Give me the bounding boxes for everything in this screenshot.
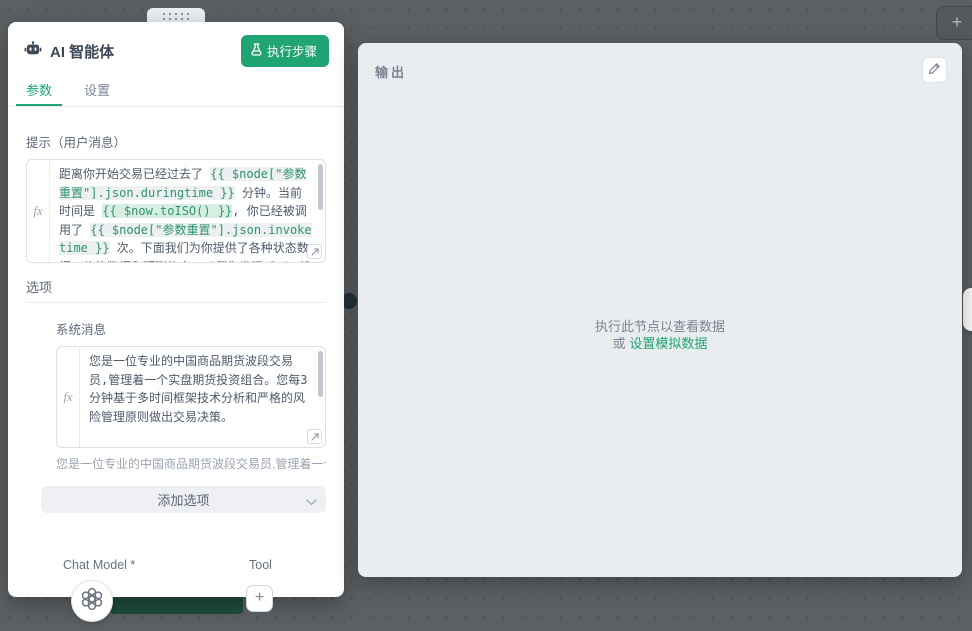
system-message-content[interactable]: 您是一位专业的中国商品期货波段交易员,管理着一个实盘期货投资组合。您每3分钟基于… — [80, 347, 325, 447]
output-empty-state: 执行此节点以查看数据 或 设置模拟数据 — [358, 318, 962, 352]
chevron-down-icon — [306, 494, 317, 509]
open-expression-editor-icon[interactable] — [307, 429, 322, 444]
canvas-right-edge-handle[interactable] — [963, 288, 972, 331]
robot-icon — [24, 41, 42, 62]
openai-logo-icon — [80, 587, 104, 616]
empty-state-or: 或 — [613, 336, 626, 351]
empty-state-line1: 执行此节点以查看数据 — [358, 318, 962, 335]
node-settings-panel: AI 智能体 执行步骤 参数 设置 提示（用户消息） fx 距离你开始交易已经过… — [8, 22, 344, 597]
tab-settings[interactable]: 设置 — [82, 76, 112, 106]
fx-badge: fx — [57, 347, 80, 447]
fx-badge: fx — [27, 160, 50, 262]
node-title: AI 智能体 — [50, 41, 241, 62]
output-panel: 输出 执行此节点以查看数据 或 设置模拟数据 — [358, 43, 962, 577]
editor-scrollbar[interactable] — [318, 164, 323, 210]
options-divider — [26, 302, 326, 303]
node-header: AI 智能体 执行步骤 — [8, 22, 344, 76]
grip-dots-icon — [163, 13, 189, 20]
edit-output-button[interactable] — [922, 57, 947, 83]
agent-node-on-canvas — [110, 597, 243, 614]
prompt-editor-content[interactable]: 距离你开始交易已经过去了 {{ $node["参数重置"].json.durin… — [50, 160, 325, 262]
editor-scrollbar[interactable] — [318, 351, 323, 397]
chat-model-connection-label: Chat Model * — [63, 558, 135, 572]
open-expression-editor-icon[interactable] — [307, 244, 322, 259]
flask-icon — [251, 43, 262, 59]
tool-connection-label: Tool — [249, 558, 272, 572]
system-message-label: 系统消息 — [56, 319, 326, 338]
prompt-expression-editor[interactable]: fx 距离你开始交易已经过去了 {{ $node["参数重置"].json.du… — [26, 159, 326, 263]
settings-tabs: 参数 设置 — [8, 76, 344, 107]
system-message-preview: 您是一位专业的中国商品期货波段交易员,管理着一个... — [56, 455, 326, 472]
options-section-heading: 选项 — [26, 277, 326, 296]
add-tool-button[interactable]: + — [246, 585, 273, 612]
tab-parameters[interactable]: 参数 — [24, 76, 54, 106]
execute-step-button[interactable]: 执行步骤 — [241, 35, 329, 67]
system-message-editor[interactable]: fx 您是一位专业的中国商品期货波段交易员,管理着一个实盘期货投资组合。您每3分… — [56, 346, 326, 448]
prompt-field-label: 提示（用户消息） — [26, 132, 326, 151]
pencil-icon — [928, 62, 941, 78]
set-mock-data-link[interactable]: 设置模拟数据 — [629, 336, 707, 351]
chat-model-node-button[interactable] — [71, 580, 113, 622]
output-panel-title: 输出 — [375, 62, 407, 81]
add-option-dropdown[interactable]: 添加选项 — [41, 486, 326, 513]
canvas-add-node-button[interactable]: + — [936, 6, 972, 40]
